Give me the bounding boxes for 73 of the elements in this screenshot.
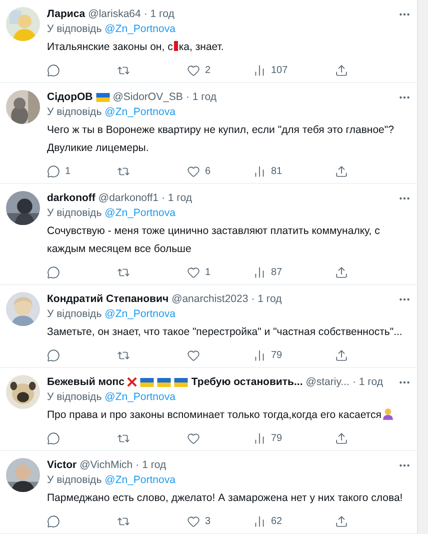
author-name[interactable]: Бежевый мопс: [47, 375, 124, 389]
post-text: Итальянские законы он, с ка, знает.: [47, 41, 224, 53]
like-icon: [187, 348, 200, 362]
post-time: · 1 год: [144, 7, 174, 21]
person-emoji-icon: [383, 408, 394, 420]
author-name[interactable]: СідорОВ: [47, 90, 93, 104]
reply-label: У відповідь: [47, 390, 102, 404]
reply-icon: [47, 266, 60, 278]
author-name[interactable]: Victor: [47, 458, 77, 472]
post-text: Про права и про законы вспоминает только тогда,когда его касается: [47, 409, 382, 421]
post-text: Сочувствую - меня тоже цинично заставляют платить коммуналку, с каждым месяцем все больше: [47, 225, 380, 255]
like-icon: [187, 64, 200, 76]
reply-label: У відповідь: [47, 307, 102, 321]
reply-icon: [47, 164, 60, 178]
share-icon: [335, 266, 348, 278]
author-handle[interactable]: @darkonoff1: [98, 191, 159, 205]
like-icon: [187, 432, 200, 444]
reply-icon: [47, 514, 60, 528]
author-name[interactable]: darkonoff: [47, 191, 96, 205]
views-button[interactable]: 79: [253, 347, 335, 363]
post-text: Пармеджано есть слово, джелато! А замарожена нет у них такого слова!: [47, 492, 403, 504]
like-icon: [187, 514, 200, 528]
share-icon: [335, 64, 348, 76]
like-button[interactable]: 1: [187, 264, 253, 280]
views-icon: [253, 64, 266, 76]
share-icon: [335, 348, 348, 362]
share-icon: [335, 164, 348, 178]
like-icon: [187, 164, 200, 178]
views-button[interactable]: 62: [253, 513, 335, 529]
flag-icon: [140, 378, 154, 386]
views-button[interactable]: 79: [253, 430, 335, 446]
reply-label: У відповідь: [47, 105, 102, 119]
post-text: Заметьте, он знает, что такое "перестройка" и "частная собственность"...: [47, 326, 402, 338]
views-button[interactable]: 81: [253, 163, 335, 179]
views-icon: [253, 348, 266, 362]
post-time: · 1 год: [186, 90, 216, 104]
share-icon: [335, 432, 348, 444]
flag-icon: [157, 378, 172, 386]
views-button[interactable]: 107: [253, 62, 335, 78]
post-text: Чего ж ты в Воронеже квартиру не купил, если "для тебя это главное"? Двуликие лицемеры.: [47, 124, 394, 154]
reply-icon: [47, 432, 60, 444]
reply-label: У відповідь: [47, 473, 102, 487]
share-icon: [335, 514, 348, 528]
author-handle[interactable]: @stariy...: [306, 375, 350, 389]
reply-label: У відповідь: [47, 22, 102, 36]
like-button[interactable]: 2: [187, 62, 253, 78]
cross-icon: [127, 377, 138, 387]
author-name[interactable]: Лариса: [47, 7, 86, 21]
author-handle[interactable]: @anarchist2023: [172, 292, 248, 306]
author-handle[interactable]: @lariska64: [88, 7, 141, 21]
author-handle[interactable]: @VichMich: [80, 458, 133, 472]
flag-icon: [96, 92, 110, 102]
views-icon: [253, 432, 266, 444]
author-name[interactable]: Кондратий Степанович: [47, 292, 169, 306]
author-name[interactable]: Требую остановить...: [191, 375, 303, 389]
reply-label: У відповідь: [47, 206, 102, 220]
views-button[interactable]: 87: [253, 264, 335, 280]
scrollbar[interactable]: [417, 0, 428, 534]
reply-icon: [47, 64, 60, 76]
views-icon: [253, 266, 266, 278]
post-time: · 1 год: [162, 191, 192, 205]
like-button[interactable]: 6: [187, 163, 253, 179]
views-icon: [253, 514, 266, 528]
like-icon: [187, 266, 200, 278]
post-time: · 1 год: [251, 292, 282, 306]
reply-button[interactable]: 1: [47, 163, 117, 179]
reply-icon: [47, 348, 60, 362]
author-handle[interactable]: @SidorOV_SB: [112, 90, 183, 104]
post-time: · 1 год: [352, 375, 383, 389]
like-button[interactable]: 3: [187, 513, 253, 529]
flag-icon: [174, 378, 188, 386]
views-icon: [253, 164, 266, 178]
post-time: · 1 год: [136, 458, 166, 472]
